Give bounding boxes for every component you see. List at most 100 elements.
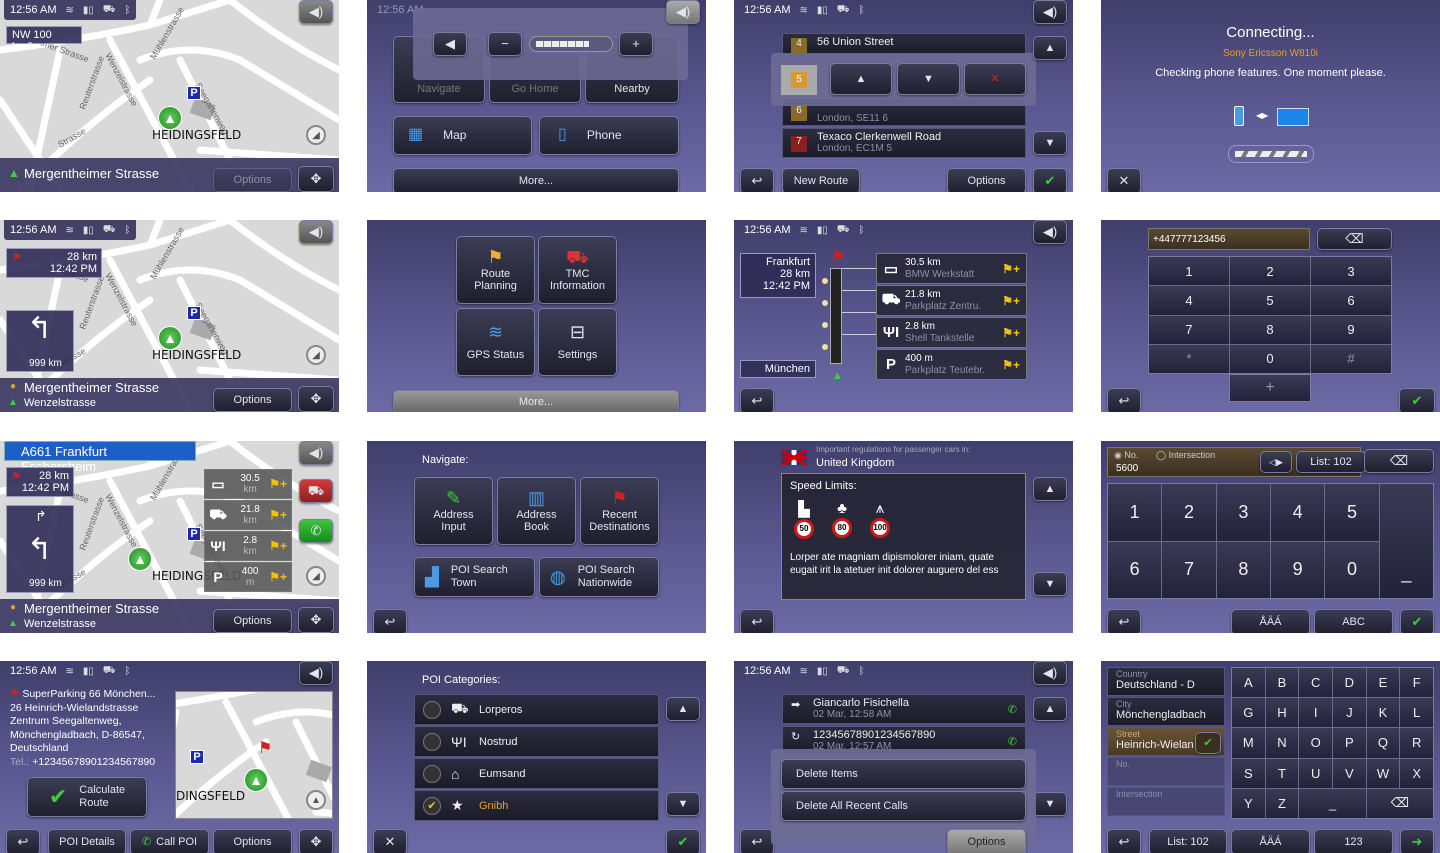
parking-icon[interactable]: P bbox=[187, 306, 201, 320]
parking-icon[interactable]: P bbox=[187, 86, 201, 100]
address-input-button[interactable]: ✎ Address Input bbox=[414, 477, 493, 545]
numbers-button[interactable]: 123 bbox=[1314, 829, 1393, 853]
volume-button[interactable]: ◀) bbox=[299, 441, 333, 465]
back-button[interactable]: ↩ bbox=[1107, 388, 1141, 412]
volume-button[interactable]: ◀) bbox=[299, 0, 333, 24]
address-field-city[interactable]: City Mönchengladbach bbox=[1107, 697, 1225, 726]
key-0[interactable]: 0 bbox=[1325, 541, 1379, 598]
options-button[interactable]: Options bbox=[213, 609, 292, 633]
map-button[interactable]: ▦ Map bbox=[393, 116, 532, 155]
key-S[interactable]: S bbox=[1232, 758, 1265, 788]
key-3[interactable]: 4 bbox=[1149, 286, 1229, 315]
accents-button[interactable]: ÅÄÁ bbox=[1231, 609, 1310, 633]
key-6[interactable]: 6 bbox=[1108, 541, 1162, 598]
new-route-button[interactable]: New Route bbox=[782, 168, 860, 192]
scroll-up-button[interactable]: ▲ bbox=[1033, 36, 1067, 60]
confirm-button[interactable]: ✔ bbox=[1399, 388, 1435, 412]
confirm-button[interactable]: ✔ bbox=[1400, 609, 1434, 633]
key-3[interactable]: 3 bbox=[1216, 484, 1270, 541]
key-Q[interactable]: Q bbox=[1366, 728, 1400, 758]
key-0[interactable]: 1 bbox=[1149, 257, 1229, 286]
address-field-country[interactable]: Country Deutschland - D bbox=[1107, 667, 1225, 696]
key-R[interactable]: R bbox=[1400, 728, 1433, 758]
key-C[interactable]: C bbox=[1299, 668, 1332, 698]
volume-button[interactable]: ◀) bbox=[299, 220, 333, 244]
mute-button[interactable]: ◀ bbox=[433, 32, 467, 56]
poi-item[interactable]: ▭ 30.5 km ⚑+ bbox=[204, 469, 292, 499]
delete-all-calls-menu-item[interactable]: Delete All Recent Calls bbox=[781, 791, 1026, 821]
gps-status-button[interactable]: ≋ GPS Status bbox=[456, 308, 535, 376]
destination-info[interactable]: ⚑ 28 km 12:42 PM bbox=[6, 467, 74, 497]
volume-up-button[interactable]: + bbox=[619, 32, 653, 56]
back-button[interactable]: ↩ bbox=[1107, 829, 1141, 853]
key-Z[interactable]: Z bbox=[1265, 788, 1299, 818]
move-button[interactable]: ✥ bbox=[299, 829, 333, 853]
key-7[interactable]: 8 bbox=[1230, 315, 1310, 344]
route-planning-button[interactable]: ⚑ Route Planning bbox=[456, 236, 535, 304]
next-button[interactable]: ➜ bbox=[1400, 829, 1434, 853]
address-book-button[interactable]: ▥ Address Book bbox=[497, 477, 576, 545]
radio-intersection[interactable]: ◯ Intersection bbox=[1156, 450, 1215, 461]
key-10[interactable]: 0 bbox=[1230, 344, 1310, 373]
key-K[interactable]: K bbox=[1366, 698, 1400, 728]
key-9[interactable]: * bbox=[1149, 344, 1229, 373]
move-button[interactable]: ✥ bbox=[298, 386, 334, 412]
poi-item[interactable]: ΨI 2.8 km ⚑+ bbox=[204, 531, 292, 561]
poi-details-button[interactable]: POI Details bbox=[48, 829, 126, 853]
backspace-button[interactable]: ⌫ bbox=[1317, 228, 1392, 250]
move-button[interactable]: ✥ bbox=[298, 166, 334, 192]
add-waypoint-flag-icon[interactable]: ⚑+ bbox=[1002, 262, 1026, 276]
options-button[interactable]: Options bbox=[213, 168, 292, 192]
cursor-move-button[interactable]: ◁▶ bbox=[1260, 451, 1292, 473]
compass-icon[interactable]: ◢ bbox=[306, 566, 326, 586]
delete-items-menu-item[interactable]: Delete Items bbox=[781, 759, 1026, 789]
key-B[interactable]: B bbox=[1265, 668, 1299, 698]
close-button[interactable]: ✕ bbox=[373, 829, 407, 853]
scroll-up-button[interactable]: ▲ bbox=[666, 697, 700, 721]
volume-button[interactable]: ◀) bbox=[299, 661, 333, 685]
category-item[interactable]: ⛟ Lorperos bbox=[414, 694, 659, 725]
route-stop-7[interactable]: 7 Texaco Clerkenwell Road London, EC1M 5 bbox=[782, 128, 1026, 158]
add-waypoint-flag-icon[interactable]: ⚑+ bbox=[1002, 358, 1026, 372]
add-waypoint-flag-icon[interactable]: ⚑+ bbox=[269, 477, 291, 491]
category-item[interactable]: ΨI Nostrud bbox=[414, 726, 659, 757]
house-number-field[interactable]: ◉ No. ◯ Intersection 5600 ◁▶ List: 102 bbox=[1107, 447, 1366, 477]
phone-button[interactable]: ▯ Phone bbox=[539, 116, 679, 155]
confirm-button[interactable]: ✔ bbox=[1033, 168, 1067, 192]
key-T[interactable]: T bbox=[1265, 758, 1299, 788]
compass-icon[interactable]: ◢ bbox=[306, 345, 326, 365]
checkbox[interactable] bbox=[423, 764, 441, 783]
key-9[interactable]: 9 bbox=[1270, 541, 1325, 598]
map-preview[interactable]: P ⚑ ▲ DINGSFELD ▲ bbox=[175, 691, 333, 819]
compass-icon[interactable]: ▲ bbox=[306, 790, 326, 810]
options-button[interactable]: Options bbox=[947, 168, 1026, 192]
poi-search-nationwide-button[interactable]: ◍ POI Search Nationwide bbox=[539, 557, 659, 597]
add-waypoint-flag-icon[interactable]: ⚑+ bbox=[269, 508, 291, 522]
poi-item[interactable]: ⛟ 21.8 km ⚑+ bbox=[204, 500, 292, 530]
destination-info[interactable]: ⚑ 28 km 12:42 PM bbox=[6, 248, 102, 278]
cancel-button[interactable]: ✕ bbox=[1107, 168, 1141, 192]
key-4[interactable]: 4 bbox=[1270, 484, 1325, 541]
back-button[interactable]: ↩ bbox=[740, 609, 774, 633]
poi-item[interactable]: ΨI 2.8 km Shell Tankstelle ⚑+ bbox=[876, 317, 1027, 348]
key-11[interactable]: # bbox=[1311, 344, 1391, 373]
category-item[interactable]: ⌂ Eumsand bbox=[414, 758, 659, 789]
backspace-key[interactable]: ⌫ bbox=[1366, 788, 1433, 818]
delete-stop-button[interactable]: ✕ bbox=[964, 63, 1026, 95]
key-E[interactable]: E bbox=[1366, 668, 1400, 698]
tmc-information-button[interactable]: ⛟ TMC Information bbox=[538, 236, 617, 304]
volume-button[interactable]: ◀) bbox=[666, 0, 700, 24]
call-poi-button[interactable]: ✆ Call POI bbox=[130, 829, 209, 853]
scroll-up-button[interactable]: ▲ bbox=[1033, 477, 1067, 501]
confirm-street-button[interactable]: ✔ bbox=[1195, 732, 1221, 754]
options-button[interactable]: Options bbox=[947, 829, 1026, 853]
list-button[interactable]: List: 102 bbox=[1296, 451, 1366, 473]
key-2[interactable]: 2 bbox=[1162, 484, 1216, 541]
address-field-no[interactable]: No. bbox=[1107, 757, 1225, 786]
poi-item[interactable]: P 400 m Parkplatz Teutebr. ⚑+ bbox=[876, 349, 1027, 380]
options-button[interactable]: Options bbox=[213, 829, 292, 853]
key-J[interactable]: J bbox=[1333, 698, 1366, 728]
back-button[interactable]: ↩ bbox=[6, 829, 40, 853]
back-button[interactable]: ↩ bbox=[740, 388, 774, 412]
key-7[interactable]: 7 bbox=[1162, 541, 1216, 598]
